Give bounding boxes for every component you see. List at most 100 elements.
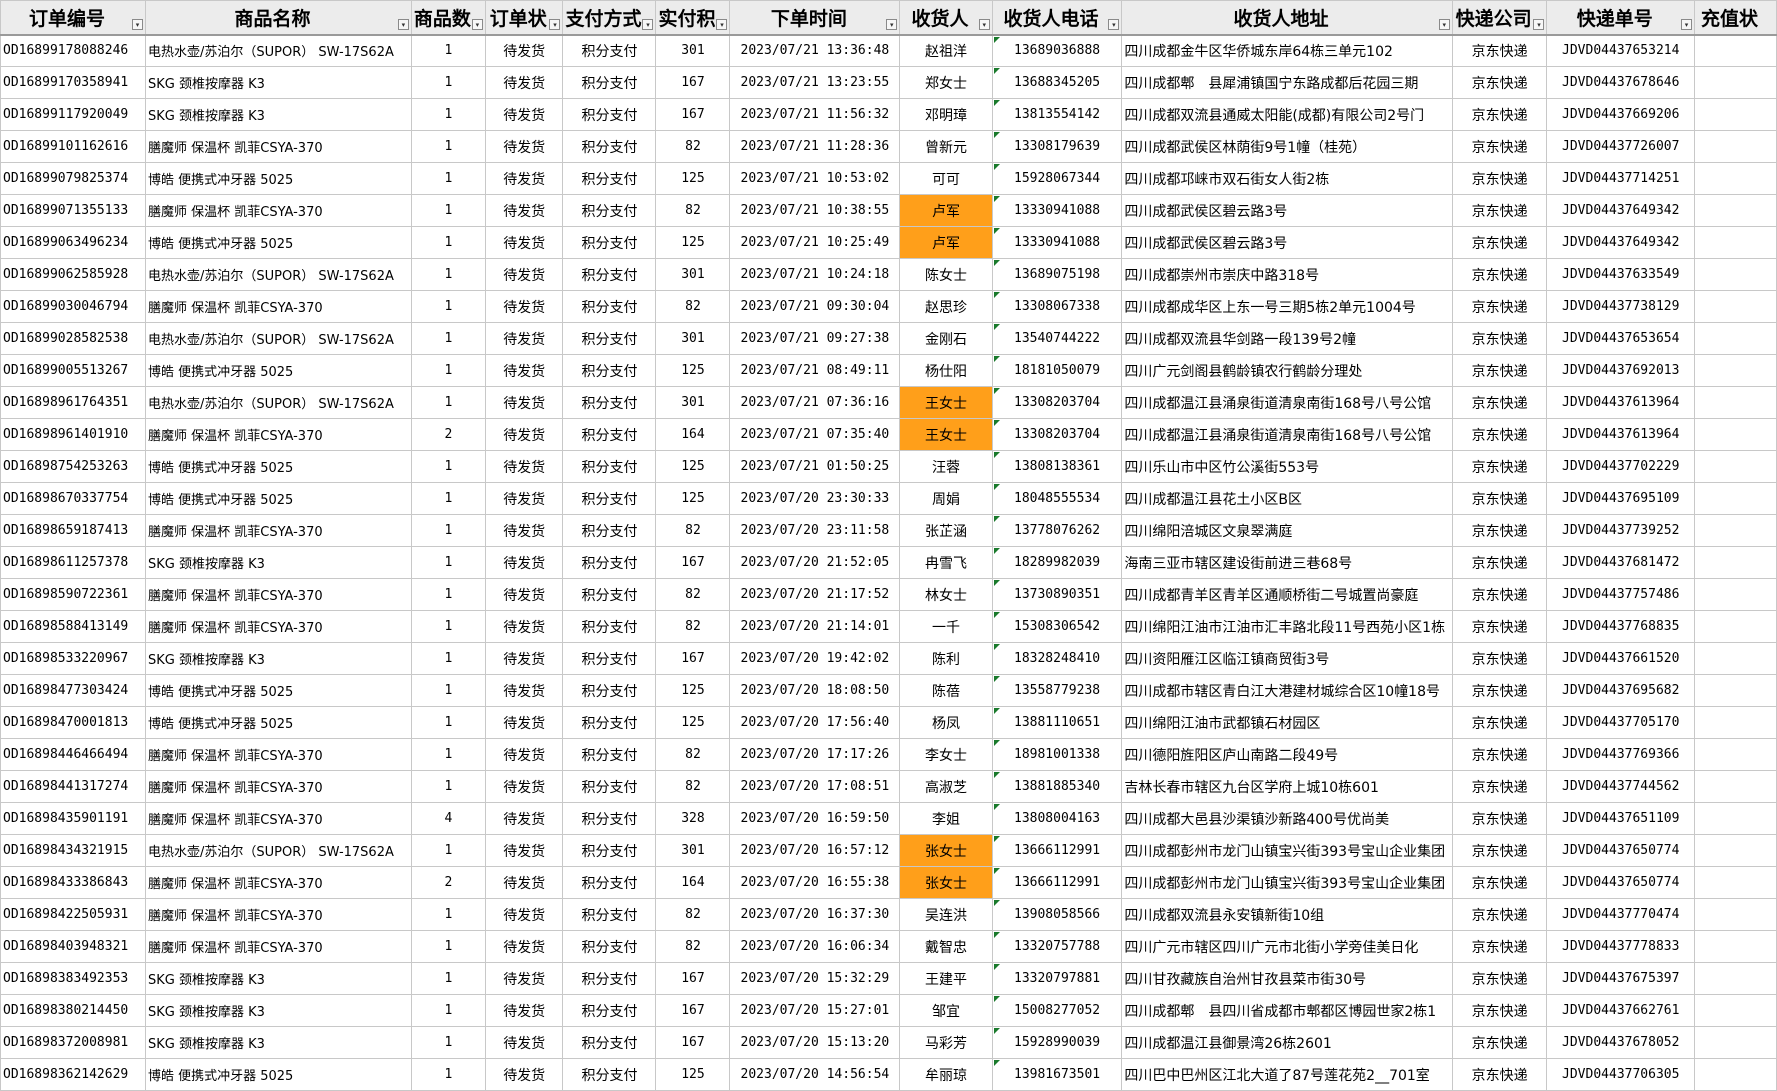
product-name-cell[interactable]: SKG 颈椎按摩器 K3 bbox=[144, 546, 412, 579]
quantity-cell[interactable]: 4 bbox=[410, 802, 486, 835]
filter-dropdown-icon[interactable]: ▾ bbox=[716, 18, 728, 30]
order-id-cell[interactable]: OD16898380214450 bbox=[0, 994, 146, 1027]
tracking-number-cell[interactable]: JDVD04437675397 bbox=[1546, 962, 1696, 995]
order-status-cell[interactable]: 待发货 bbox=[484, 418, 564, 451]
recipient-cell[interactable]: 赵思珍 bbox=[899, 290, 993, 323]
address-cell[interactable]: 四川成都温江县涌泉街道清泉南街168号八号公馆 bbox=[1121, 418, 1453, 451]
courier-cell[interactable]: 京东快递 bbox=[1451, 34, 1548, 67]
order-id-cell[interactable]: OD16898470001813 bbox=[0, 706, 146, 739]
phone-cell[interactable]: 13981673501 bbox=[991, 1058, 1123, 1091]
phone-cell[interactable]: 13778076262 bbox=[991, 514, 1123, 547]
payment-method-cell[interactable]: 积分支付 bbox=[562, 770, 657, 803]
tracking-number-cell[interactable]: JDVD04437649342 bbox=[1546, 194, 1696, 227]
order-time-cell[interactable]: 2023/07/20 15:27:01 bbox=[729, 994, 901, 1027]
phone-cell[interactable]: 13540744222 bbox=[991, 322, 1123, 355]
payment-method-cell[interactable]: 积分支付 bbox=[562, 98, 657, 131]
quantity-cell[interactable]: 1 bbox=[410, 354, 486, 387]
phone-cell[interactable]: 18981001338 bbox=[991, 738, 1123, 771]
phone-cell[interactable]: 13330941088 bbox=[991, 226, 1123, 259]
product-name-cell[interactable]: 博皓 便携式冲牙器 5025 bbox=[144, 226, 412, 259]
filter-dropdown-icon[interactable]: ▾ bbox=[1438, 18, 1450, 30]
payment-method-cell[interactable]: 积分支付 bbox=[562, 322, 657, 355]
points-cell[interactable]: 328 bbox=[655, 802, 731, 835]
quantity-cell[interactable]: 1 bbox=[410, 1026, 486, 1059]
tracking-number-cell[interactable]: JDVD04437613964 bbox=[1546, 386, 1696, 419]
recharge-status-cell[interactable] bbox=[1694, 738, 1777, 771]
order-time-cell[interactable]: 2023/07/21 09:27:38 bbox=[729, 322, 901, 355]
filter-dropdown-icon[interactable]: ▾ bbox=[1681, 18, 1693, 30]
quantity-cell[interactable]: 1 bbox=[410, 386, 486, 419]
recipient-cell[interactable]: 赵祖洋 bbox=[899, 34, 993, 67]
address-cell[interactable]: 四川广元市辖区四川广元市北街小学旁佳美日化 bbox=[1121, 930, 1453, 963]
order-status-cell[interactable]: 待发货 bbox=[484, 898, 564, 931]
points-cell[interactable]: 167 bbox=[655, 98, 731, 131]
payment-method-cell[interactable]: 积分支付 bbox=[562, 930, 657, 963]
recharge-status-cell[interactable] bbox=[1694, 770, 1777, 803]
address-cell[interactable]: 四川成都温江县花土小区B区 bbox=[1121, 482, 1453, 515]
filter-dropdown-icon[interactable]: ▾ bbox=[1108, 18, 1120, 30]
points-cell[interactable]: 301 bbox=[655, 386, 731, 419]
filter-dropdown-icon[interactable]: ▾ bbox=[549, 18, 561, 30]
points-cell[interactable]: 167 bbox=[655, 642, 731, 675]
address-cell[interactable]: 四川甘孜藏族自治州甘孜县菜市街30号 bbox=[1121, 962, 1453, 995]
quantity-cell[interactable]: 1 bbox=[410, 162, 486, 195]
points-cell[interactable]: 82 bbox=[655, 514, 731, 547]
order-time-cell[interactable]: 2023/07/20 14:56:54 bbox=[729, 1058, 901, 1091]
phone-cell[interactable]: 15008277052 bbox=[991, 994, 1123, 1027]
tracking-number-cell[interactable]: JDVD04437714251 bbox=[1546, 162, 1696, 195]
product-name-cell[interactable]: 博皓 便携式冲牙器 5025 bbox=[144, 706, 412, 739]
order-id-cell[interactable]: OD16899079825374 bbox=[0, 162, 146, 195]
phone-cell[interactable]: 13308203704 bbox=[991, 418, 1123, 451]
order-id-cell[interactable]: OD16898961764351 bbox=[0, 386, 146, 419]
phone-cell[interactable]: 13908058566 bbox=[991, 898, 1123, 931]
column-header-recipient-phone[interactable]: 收货人电话 ▾ bbox=[991, 0, 1123, 36]
recipient-cell[interactable]: 高淑芝 bbox=[899, 770, 993, 803]
address-cell[interactable]: 四川成都武侯区林荫街9号1幢（桂苑） bbox=[1121, 130, 1453, 163]
quantity-cell[interactable]: 1 bbox=[410, 738, 486, 771]
product-name-cell[interactable]: 膳魔师 保温杯 凯菲CSYA-370 bbox=[144, 898, 412, 931]
recharge-status-cell[interactable] bbox=[1694, 258, 1777, 291]
phone-cell[interactable]: 18289982039 bbox=[991, 546, 1123, 579]
product-name-cell[interactable]: 膳魔师 保温杯 凯菲CSYA-370 bbox=[144, 290, 412, 323]
phone-cell[interactable]: 13881885340 bbox=[991, 770, 1123, 803]
order-time-cell[interactable]: 2023/07/21 09:30:04 bbox=[729, 290, 901, 323]
order-id-cell[interactable]: OD16899117920049 bbox=[0, 98, 146, 131]
recharge-status-cell[interactable] bbox=[1694, 866, 1777, 899]
address-cell[interactable]: 四川成都彭州市龙门山镇宝兴街393号宝山企业集团 bbox=[1121, 866, 1453, 899]
address-cell[interactable]: 四川成都双流县华剑路一段139号2幢 bbox=[1121, 322, 1453, 355]
product-name-cell[interactable]: 博皓 便携式冲牙器 5025 bbox=[144, 162, 412, 195]
tracking-number-cell[interactable]: JDVD04437726007 bbox=[1546, 130, 1696, 163]
order-id-cell[interactable]: OD16898446466494 bbox=[0, 738, 146, 771]
recipient-cell[interactable]: 曾新元 bbox=[899, 130, 993, 163]
order-status-cell[interactable]: 待发货 bbox=[484, 450, 564, 483]
tracking-number-cell[interactable]: JDVD04437613964 bbox=[1546, 418, 1696, 451]
phone-cell[interactable]: 13666112991 bbox=[991, 866, 1123, 899]
recharge-status-cell[interactable] bbox=[1694, 194, 1777, 227]
quantity-cell[interactable]: 1 bbox=[410, 1058, 486, 1091]
quantity-cell[interactable]: 2 bbox=[410, 866, 486, 899]
quantity-cell[interactable]: 1 bbox=[410, 834, 486, 867]
address-cell[interactable]: 四川成都崇州市崇庆中路318号 bbox=[1121, 258, 1453, 291]
order-id-cell[interactable]: OD16898422505931 bbox=[0, 898, 146, 931]
column-header-recharge-status[interactable]: 充值状 bbox=[1694, 0, 1777, 36]
product-name-cell[interactable]: 膳魔师 保温杯 凯菲CSYA-370 bbox=[144, 770, 412, 803]
order-time-cell[interactable]: 2023/07/21 11:56:32 bbox=[729, 98, 901, 131]
address-cell[interactable]: 四川成都温江县御景湾26栋2601 bbox=[1121, 1026, 1453, 1059]
order-status-cell[interactable]: 待发货 bbox=[484, 930, 564, 963]
phone-cell[interactable]: 18328248410 bbox=[991, 642, 1123, 675]
points-cell[interactable]: 301 bbox=[655, 34, 731, 67]
tracking-number-cell[interactable]: JDVD04437692013 bbox=[1546, 354, 1696, 387]
recharge-status-cell[interactable] bbox=[1694, 226, 1777, 259]
order-id-cell[interactable]: OD16898754253263 bbox=[0, 450, 146, 483]
recipient-cell[interactable]: 冉雪飞 bbox=[899, 546, 993, 579]
payment-method-cell[interactable]: 积分支付 bbox=[562, 482, 657, 515]
recharge-status-cell[interactable] bbox=[1694, 898, 1777, 931]
address-cell[interactable]: 四川成都双流县通威太阳能(成都)有限公司2号门 bbox=[1121, 98, 1453, 131]
tracking-number-cell[interactable]: JDVD04437653654 bbox=[1546, 322, 1696, 355]
payment-method-cell[interactable]: 积分支付 bbox=[562, 34, 657, 67]
phone-cell[interactable]: 13666112991 bbox=[991, 834, 1123, 867]
recipient-cell[interactable]: 牟丽琼 bbox=[899, 1058, 993, 1091]
product-name-cell[interactable]: SKG 颈椎按摩器 K3 bbox=[144, 66, 412, 99]
product-name-cell[interactable]: 电热水壶/苏泊尔（SUPOR） SW-17S62A bbox=[144, 34, 412, 67]
column-header-order-id[interactable]: 订单编号 ▾ bbox=[0, 0, 146, 36]
